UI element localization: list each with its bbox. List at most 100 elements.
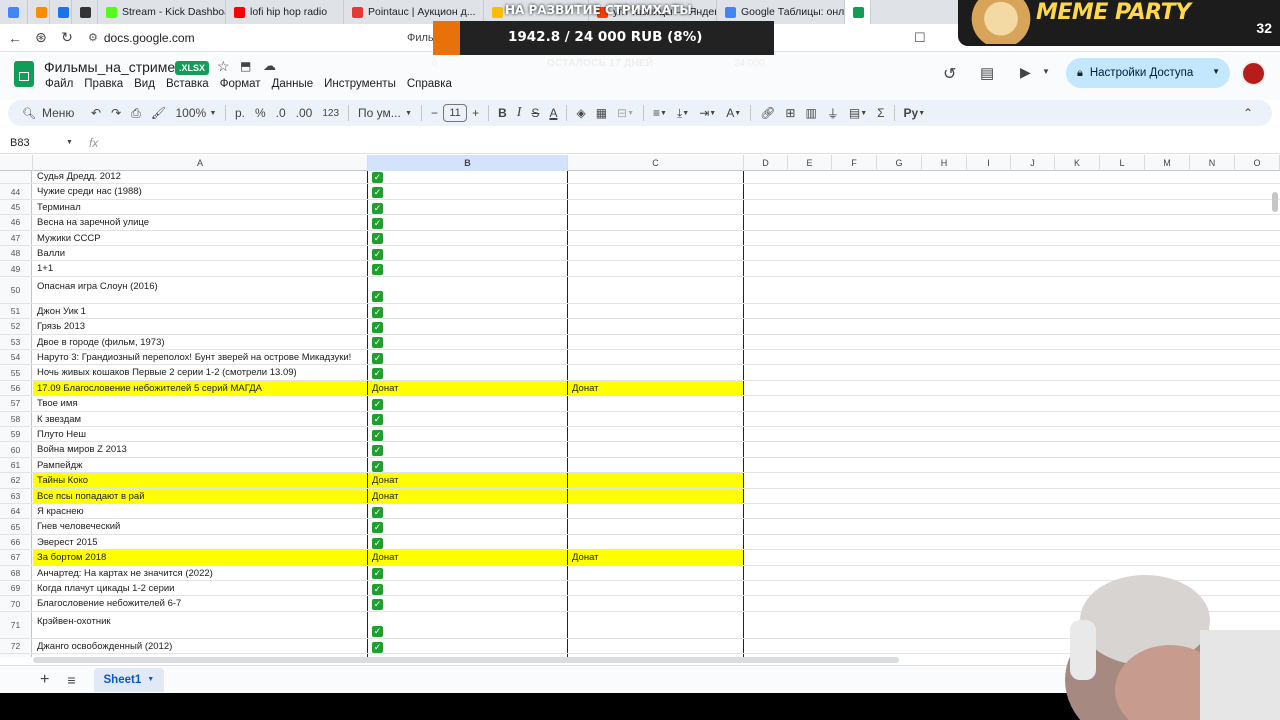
cell-b[interactable] [368,365,568,380]
cell-b[interactable] [368,427,568,442]
cell-b[interactable] [368,611,568,638]
fill-color-icon[interactable]: ◈ [571,101,590,125]
checkbox-checked-icon[interactable]: ✓ [372,583,383,595]
row-number[interactable]: 44 [0,184,32,199]
cell-a[interactable]: Терминал [33,199,368,215]
all-sheets-icon[interactable]: ≡ [67,672,75,688]
row-number[interactable]: 55 [0,365,32,380]
row-number[interactable]: 45 [0,199,32,215]
cell-b[interactable] [368,276,568,303]
cell-c[interactable] [568,596,744,611]
column-header[interactable]: N [1190,155,1235,171]
cell-c[interactable] [568,411,744,426]
print-icon[interactable]: ⎙ [126,101,146,125]
cell-c[interactable] [568,581,744,596]
decrease-decimal-button[interactable]: .0 [271,101,291,125]
checkbox-checked-icon[interactable]: ✓ [372,218,383,230]
browser-tab[interactable] [28,0,50,24]
borders-icon[interactable]: ▦ [591,101,612,125]
cell-b[interactable] [368,171,568,184]
column-header[interactable]: J [1011,155,1055,171]
checkbox-checked-icon[interactable]: ✓ [372,414,383,426]
checkbox-checked-icon[interactable]: ✓ [372,568,383,580]
row-number[interactable]: 63 [0,488,32,503]
zoom-select[interactable]: 100% ▼ [171,101,221,125]
text-rotate-icon[interactable]: A ▼ [721,101,746,125]
cell-b[interactable] [368,261,568,276]
cell-c[interactable] [568,519,744,534]
column-header[interactable]: F [832,155,877,171]
menu-item[interactable]: Правка [84,78,123,90]
menu-item[interactable]: Вставка [166,78,209,90]
checkbox-checked-icon[interactable]: ✓ [372,522,383,534]
cell-c[interactable] [568,230,744,245]
cell-b[interactable] [368,519,568,534]
comments-icon[interactable]: ▤ [980,64,994,82]
paint-format-icon[interactable]: 🖌︎ [146,101,171,125]
align-horizontal-icon[interactable]: ≡ ▼ [648,101,672,125]
cell-c[interactable] [568,611,744,638]
row-number[interactable]: 71 [0,611,32,638]
cell-b[interactable]: Донат [368,550,568,565]
column-header[interactable]: B [368,155,568,171]
row-number[interactable]: 67 [0,550,32,565]
meet-dropdown-icon[interactable]: ▼ [1042,67,1050,76]
share-dropdown-icon[interactable]: ▼ [1212,67,1220,76]
cell-a[interactable]: Плуто Неш [33,427,368,442]
column-header[interactable]: L [1100,155,1145,171]
cell-c[interactable] [568,488,744,503]
cell-c[interactable] [568,319,744,334]
cell-b[interactable] [368,350,568,365]
cell-b[interactable] [368,184,568,199]
checkbox-checked-icon[interactable]: ✓ [372,506,383,518]
horizontal-scrollbar[interactable] [33,657,899,663]
bold-button[interactable]: B [493,101,512,125]
row-number[interactable]: 46 [0,215,32,230]
number-format-button[interactable]: 123 [317,101,344,125]
cell-c[interactable] [568,504,744,519]
cell-a[interactable]: Все псы попадают в рай [33,488,368,503]
cell-a[interactable]: За бортом 2018 [33,550,368,565]
checkbox-checked-icon[interactable]: ✓ [372,599,383,611]
checkbox-checked-icon[interactable]: ✓ [372,445,383,457]
name-box[interactable]: B83 [10,137,66,149]
browser-tab[interactable] [0,0,28,24]
row-number[interactable]: 64 [0,504,32,519]
row-number[interactable]: 72 [0,638,32,654]
site-info-icon[interactable]: ⚙ [88,31,98,44]
chart-icon[interactable]: ▥ [800,101,821,125]
cell-b[interactable] [368,457,568,473]
row-number[interactable]: 47 [0,230,32,245]
menu-item[interactable]: Вид [134,78,155,90]
browser-tab[interactable]: lofi hip hop radio [226,0,344,24]
cell-b[interactable]: Донат [368,473,568,488]
checkbox-checked-icon[interactable]: ✓ [372,368,383,380]
font-size-field[interactable]: 11 [443,104,468,122]
link-icon[interactable]: 🔗︎ [755,101,780,125]
row-number[interactable]: 52 [0,319,32,334]
cell-a[interactable]: Анчартед: На картах не значится (2022) [33,565,368,580]
row-number[interactable]: 65 [0,519,32,534]
cell-c[interactable] [568,334,744,349]
cell-b[interactable]: Донат [368,488,568,503]
cell-b[interactable] [368,442,568,457]
cell-c[interactable] [568,534,744,550]
cell-c[interactable] [568,171,744,184]
font-size-decrease-icon[interactable]: − [426,101,443,125]
cell-a[interactable]: 17.09 Благословение небожителей 5 серий … [33,380,368,396]
column-header[interactable]: H [922,155,967,171]
cell-a[interactable]: Крэйвен-охотник [33,611,368,638]
cell-c[interactable] [568,303,744,319]
cell-c[interactable] [568,199,744,215]
cell-a[interactable]: Наруто 3: Грандиозный переполох! Бунт зв… [33,350,368,365]
checkbox-checked-icon[interactable]: ✓ [372,429,383,441]
cloud-icon[interactable]: ☁ [263,58,276,74]
vertical-scrollbar[interactable] [1272,192,1278,212]
merge-cells-icon[interactable]: ⊟ ▼ [612,101,639,125]
row-number[interactable]: 73 [0,654,32,657]
cell-a[interactable]: К звездам [33,411,368,426]
row-number[interactable]: 50 [0,276,32,303]
cell-a[interactable]: Рампейдж [33,457,368,473]
sheets-logo-icon[interactable] [14,61,34,87]
cell-a[interactable]: Война миров Z 2013 [33,442,368,457]
